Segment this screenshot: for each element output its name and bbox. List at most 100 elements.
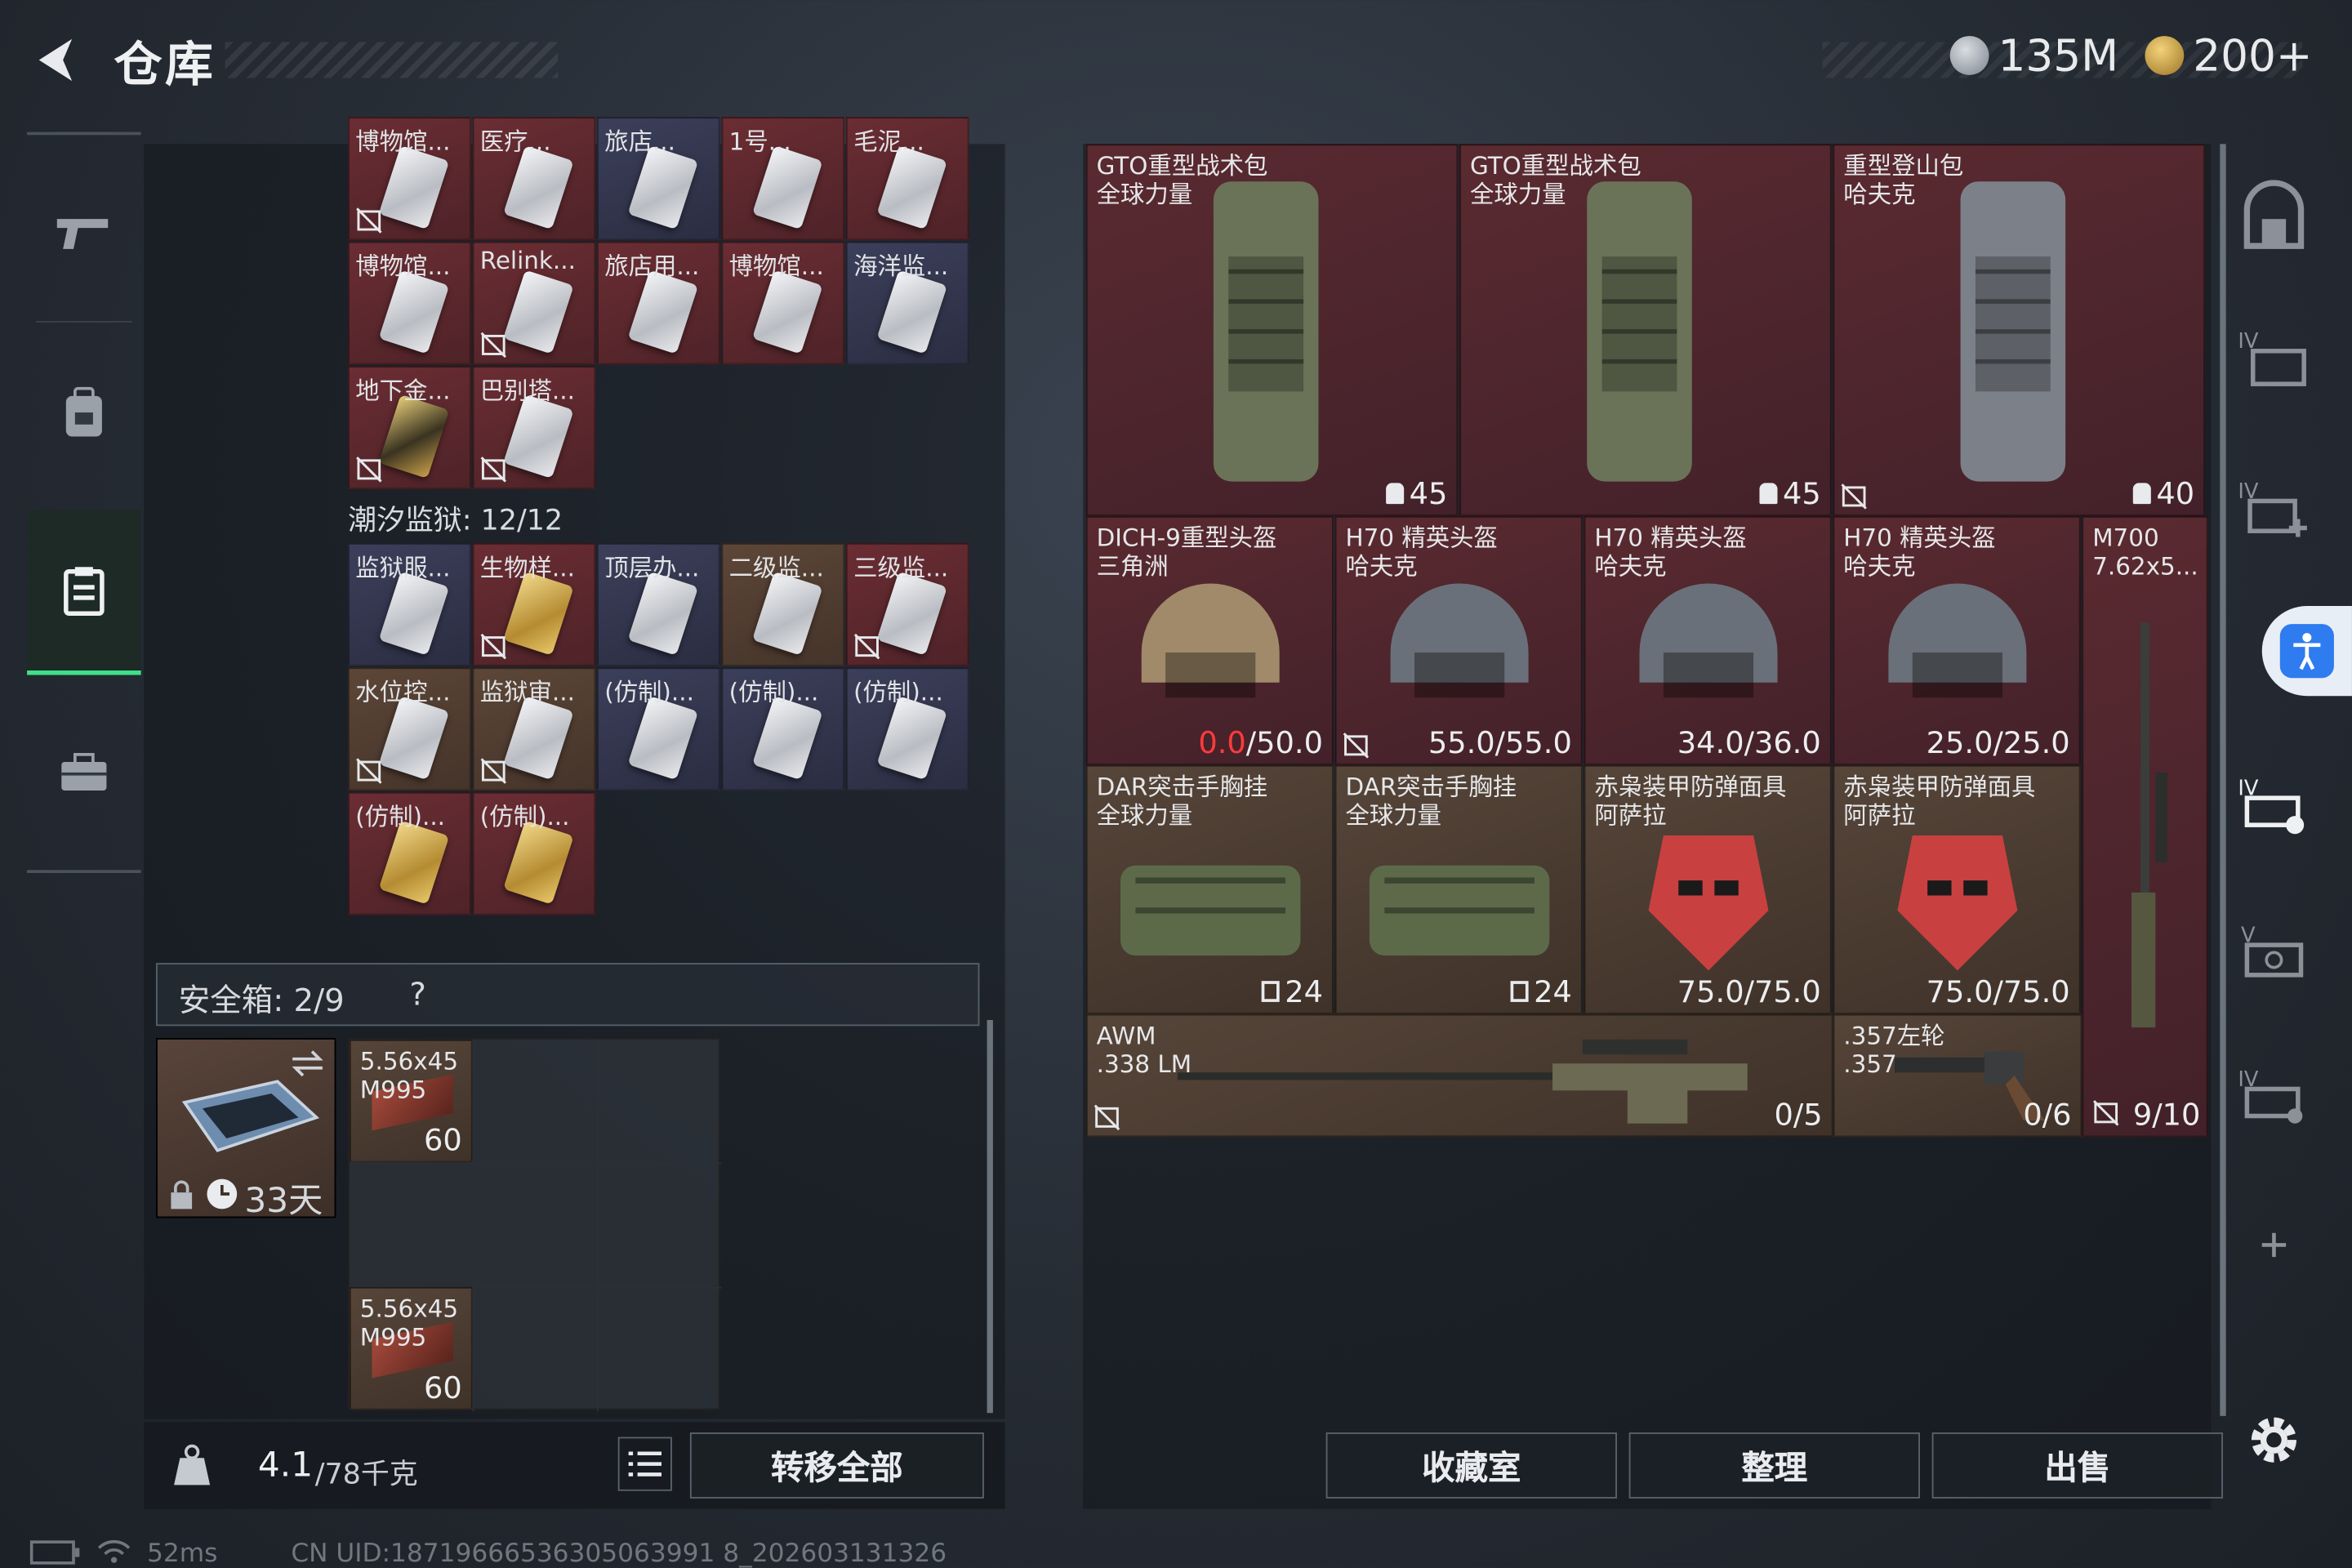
briefcase-icon — [61, 753, 107, 791]
no-insure-icon — [356, 758, 382, 784]
keycard-slot[interactable]: 地下金... — [348, 366, 471, 489]
durability-number: 75.0/75.0 — [1677, 973, 1821, 1010]
backpack-slot[interactable]: GTO重型战术包 全球力量 45 — [1085, 144, 1459, 516]
helmet-slot[interactable]: H70 精英头盔 哈夫克 55.0/55.0 — [1334, 515, 1583, 765]
keycard-label: 水位控... — [355, 678, 451, 707]
keycard-slot[interactable]: (仿制)... — [845, 667, 969, 791]
keycard-icon — [503, 270, 574, 354]
keycard-slot[interactable]: 三级监... — [845, 542, 969, 666]
helmet-slot[interactable]: H70 精英头盔 哈夫克 25.0/25.0 — [1833, 515, 2081, 765]
keycard-slot[interactable]: 1号... — [721, 117, 845, 240]
keycard-slot[interactable]: 毛泥... — [845, 117, 969, 240]
nav-storage[interactable] — [27, 510, 141, 675]
storage-scrollbar[interactable] — [987, 1019, 993, 1414]
prison-section-title: 潮汐监狱: 12/12 — [348, 504, 564, 537]
keycard-slot[interactable]: 水位控... — [348, 667, 471, 791]
keycard-slot[interactable]: 博物馆... — [721, 241, 845, 365]
keycard-slot[interactable]: (仿制)... — [348, 791, 471, 915]
durability-max: /25.0 — [1993, 724, 2070, 761]
keycard-icon — [503, 820, 574, 905]
case-add-icon[interactable]: IV — [2235, 471, 2314, 550]
keycard-label: 生物样... — [479, 553, 575, 582]
currency-premium[interactable]: 200+ — [2145, 30, 2313, 81]
no-insure-icon — [480, 633, 507, 660]
mask-art-icon — [1648, 835, 1769, 971]
rifle-slot-label: M700 7.62x5... — [2092, 523, 2198, 581]
help-icon[interactable]: ? — [409, 977, 425, 1013]
keycard-slot[interactable]: 博物馆... — [348, 117, 471, 240]
no-insure-icon — [480, 332, 507, 359]
list-view-button[interactable] — [617, 1437, 672, 1491]
rig-slot[interactable]: DAR突击手胸挂 全球力量 24 — [1334, 764, 1583, 1014]
sell-button[interactable]: 出售 — [1931, 1432, 2223, 1499]
keycard-slot[interactable]: (仿制)... — [472, 791, 596, 915]
case-iv-icon[interactable]: IV — [2235, 1059, 2314, 1138]
keycard-slot[interactable]: 监狱服... — [348, 542, 471, 666]
uid-text: CN UID:18719666536305063991 8_2026031313… — [291, 1539, 947, 1568]
backpack-slot[interactable]: 重型登山包 哈夫克 40 — [1833, 144, 2205, 516]
add-icon[interactable] — [2235, 1206, 2314, 1285]
helmet-slot[interactable]: DICH-9重型头盔 三角洲 0.0/50.0 — [1085, 515, 1334, 765]
inventory-scrollbar[interactable] — [2220, 144, 2226, 1416]
keycard-label: (仿制)... — [479, 802, 570, 831]
keycard-slot[interactable]: 监狱审... — [472, 667, 596, 791]
helmet-slot-label: H70 精英头盔 哈夫克 — [1594, 523, 1747, 581]
ammo-slot[interactable]: 5.56x45 M995 60 — [349, 1286, 473, 1410]
case-active-icon[interactable]: IV — [2235, 768, 2314, 846]
collection-button[interactable]: 收藏室 — [1325, 1432, 1617, 1499]
durability-current: 25.0 — [1926, 724, 1993, 761]
sort-button[interactable]: 整理 — [1628, 1432, 1920, 1499]
keycard-icon — [378, 145, 450, 230]
keycard-slot[interactable]: 生物样... — [472, 542, 596, 666]
keycard-slot[interactable]: 二级监... — [721, 542, 845, 666]
rig-capacity-icon — [1260, 981, 1279, 1002]
capacity-number: 24 — [1534, 973, 1572, 1010]
helmet-slot[interactable]: H70 精英头盔 哈夫克 34.0/36.0 — [1584, 515, 1832, 765]
case-v-icon[interactable]: V — [2235, 915, 2314, 993]
container-iv-icon[interactable]: IV — [2235, 321, 2314, 399]
mask-art-icon — [1897, 835, 2018, 971]
keycard-slot[interactable]: 顶层办... — [597, 542, 720, 666]
revolver-slot[interactable]: .357左轮 .357 0/6 — [1833, 1013, 2082, 1138]
capacity-number: 45 — [1783, 475, 1821, 512]
keycard-slot[interactable]: 医疗... — [472, 117, 596, 240]
keycard-label: 博物馆... — [728, 252, 824, 281]
capacity-value: 24 — [1260, 973, 1323, 1009]
back-arrow-icon[interactable] — [27, 33, 81, 87]
keycard-slot[interactable]: (仿制)... — [597, 667, 720, 791]
keycard-slot[interactable]: Relink... — [472, 241, 596, 365]
mask-slot[interactable]: 赤枭装甲防弹面具 阿萨拉 75.0/75.0 — [1584, 764, 1832, 1014]
accessibility-button[interactable] — [2261, 606, 2352, 697]
keycard-slot[interactable]: 旅店用... — [597, 241, 720, 365]
nav-weapons[interactable] — [27, 150, 141, 315]
coin-icon — [1949, 36, 1989, 75]
keycard-slot[interactable]: 旅店... — [597, 117, 720, 240]
durability-value: 34.0/36.0 — [1677, 724, 1821, 760]
wifi-icon — [97, 1539, 131, 1563]
keycard-label: 三级监... — [853, 553, 949, 582]
weight-current: 4.1 — [257, 1446, 314, 1486]
awm-slot[interactable]: AWM .338 LM 0/5 — [1085, 1013, 1833, 1138]
awm-art-icon — [1177, 1039, 1748, 1124]
gear-icon[interactable] — [2235, 1401, 2314, 1479]
nav-briefcase[interactable] — [27, 690, 141, 855]
mask-slot[interactable]: 赤枭装甲防弹面具 阿萨拉 75.0/75.0 — [1833, 764, 2081, 1014]
keycard-icon — [627, 696, 699, 781]
keycard-icon — [378, 394, 450, 479]
capacity-icon — [2132, 483, 2150, 505]
rig-slot[interactable]: DAR突击手胸挂 全球力量 24 — [1085, 764, 1334, 1014]
keycard-slot[interactable]: 巴别塔... — [472, 366, 596, 489]
transfer-all-button[interactable]: 转移全部 — [689, 1432, 984, 1499]
nav-backpack[interactable] — [27, 330, 141, 495]
ammo-slot[interactable]: 5.56x45 M995 60 — [349, 1039, 473, 1163]
backpack-slot[interactable]: GTO重型战术包 全球力量 45 — [1459, 144, 1832, 516]
keycard-slot[interactable]: (仿制)... — [721, 667, 845, 791]
keycard-slot[interactable]: 海洋监... — [845, 241, 969, 365]
rifle-slot[interactable]: M700 7.62x5... 9/10 — [2082, 515, 2208, 1138]
keycard-slot[interactable]: 博物馆... — [348, 241, 471, 365]
vault-icon[interactable] — [2235, 180, 2314, 258]
backpack-art-icon — [1213, 181, 1319, 482]
safebox-container[interactable]: 33天 — [156, 1037, 336, 1221]
keycard-icon — [751, 571, 823, 656]
swap-icon[interactable] — [289, 1049, 325, 1079]
